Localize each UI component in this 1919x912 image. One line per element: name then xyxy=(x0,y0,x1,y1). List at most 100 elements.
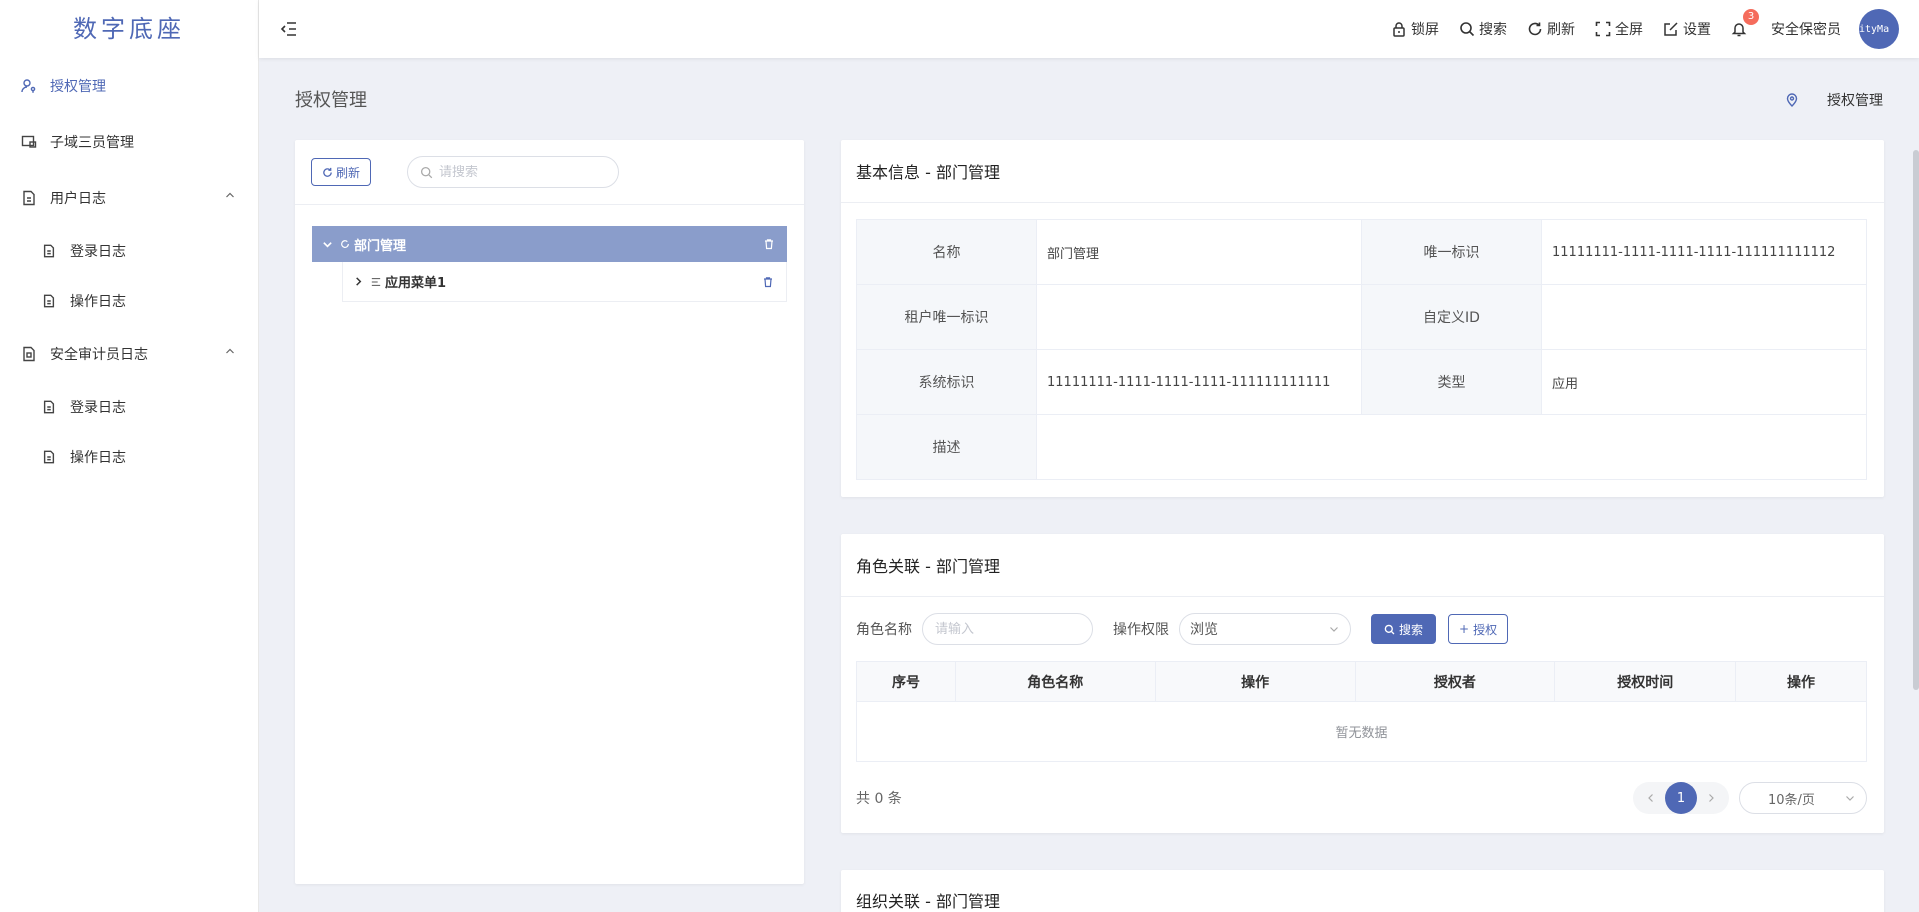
settings-button[interactable]: 设置 xyxy=(1663,19,1711,39)
tree-toolbar: 刷新 xyxy=(295,140,804,205)
refresh-button[interactable]: 刷新 xyxy=(1527,19,1575,39)
chevron-left-icon xyxy=(1648,794,1653,802)
next-page-button[interactable] xyxy=(1697,782,1725,814)
chevron-up-icon xyxy=(224,189,236,205)
delete-icon[interactable] xyxy=(763,238,775,250)
grant-label: 授权 xyxy=(1473,622,1498,637)
tree-node-child[interactable]: 应用菜单1 xyxy=(342,262,787,302)
tree-node-label: 应用菜单1 xyxy=(385,276,447,291)
search-icon xyxy=(1384,624,1395,634)
sidebar: 数字底座 授权管理 子域三员管理 用户日志 登录日志 操作日志 安全审计员日志 … xyxy=(0,0,259,912)
info-label: 唯一标识 xyxy=(1361,219,1542,285)
column-header[interactable]: 序号 xyxy=(856,661,956,702)
role-filter-row: 角色名称 操作权限 浏览 搜索 + 授权 xyxy=(841,597,1884,661)
collapse-sidebar-button[interactable] xyxy=(279,19,299,39)
menu-lines-icon xyxy=(371,277,381,287)
user-key-icon xyxy=(20,77,38,95)
avatar[interactable]: ityMa xyxy=(1859,9,1899,49)
document-icon xyxy=(20,189,38,207)
empty-text: 暂无数据 xyxy=(856,701,1867,762)
column-header[interactable]: 操作 xyxy=(1154,661,1356,702)
sidebar-item-label: 安全审计员日志 xyxy=(50,347,148,363)
sidebar-item-auditor-login-log[interactable]: 登录日志 xyxy=(0,382,258,432)
top-header: 锁屏 搜索 刷新 全屏 设置 3 安全保密员 ityMa xyxy=(259,0,1919,58)
fullscreen-label: 全屏 xyxy=(1615,22,1643,38)
pagination-row: 共 0 条 1 10条/页 xyxy=(841,762,1884,834)
fullscreen-icon xyxy=(1595,21,1611,37)
info-value: 11111111-1111-1111-1111-111111111112 xyxy=(1541,219,1867,285)
user-name[interactable]: 安全保密员 xyxy=(1771,19,1841,39)
sidebar-item-auditor-log[interactable]: 安全审计员日志 xyxy=(0,326,258,382)
basic-info-card: 基本信息 - 部门管理 名称 部门管理 唯一标识 11111111-1111-1… xyxy=(841,140,1884,497)
perm-select-value: 浏览 xyxy=(1190,622,1218,638)
user-name-label: 安全保密员 xyxy=(1771,22,1841,38)
sidebar-item-user-op-log[interactable]: 操作日志 xyxy=(0,276,258,326)
info-row: 系统标识 11111111-1111-1111-1111-11111111111… xyxy=(856,349,1867,415)
info-value: 应用 xyxy=(1541,349,1867,415)
column-header[interactable]: 角色名称 xyxy=(954,661,1156,702)
delete-icon[interactable] xyxy=(762,276,774,288)
lock-screen-button[interactable]: 锁屏 xyxy=(1391,19,1439,39)
sidebar-item-auth-management[interactable]: 授权管理 xyxy=(0,58,258,114)
search-button[interactable]: 搜索 xyxy=(1459,19,1507,39)
info-value: 部门管理 xyxy=(1036,219,1362,285)
avatar-text: ityMa xyxy=(1859,23,1890,35)
sidebar-item-label: 登录日志 xyxy=(70,244,126,260)
sidebar-item-user-login-log[interactable]: 登录日志 xyxy=(0,226,258,276)
sidebar-item-subdomain[interactable]: 子域三员管理 xyxy=(0,114,258,170)
column-header[interactable]: 授权时间 xyxy=(1554,661,1737,702)
settings-label: 设置 xyxy=(1683,22,1711,38)
org-assoc-title: 组织关联 - 部门管理 xyxy=(856,892,1000,911)
chevron-up-icon xyxy=(224,345,236,361)
lock-icon xyxy=(1393,22,1405,37)
location-icon xyxy=(1786,93,1798,107)
fullscreen-button[interactable]: 全屏 xyxy=(1595,19,1643,39)
page-number[interactable]: 1 xyxy=(1665,782,1697,814)
info-row: 租户唯一标识 自定义ID xyxy=(856,284,1867,350)
sidebar-item-user-log[interactable]: 用户日志 xyxy=(0,170,258,226)
search-icon xyxy=(1460,22,1475,37)
sidebar-item-label: 用户日志 xyxy=(50,191,106,207)
tree-search-box[interactable] xyxy=(407,156,620,188)
info-label: 描述 xyxy=(856,414,1037,480)
column-header[interactable]: 操作 xyxy=(1735,661,1867,702)
role-name-input[interactable] xyxy=(922,613,1093,645)
grant-button[interactable]: + 授权 xyxy=(1448,614,1509,644)
tree-node-root[interactable]: 部门管理 xyxy=(312,226,787,262)
sidebar-item-label: 登录日志 xyxy=(70,400,126,416)
role-table-header: 序号 角色名称 操作 授权者 授权时间 操作 xyxy=(856,661,1867,702)
page-scrollbar[interactable] xyxy=(1913,150,1919,690)
refresh-label: 刷新 xyxy=(1547,22,1575,38)
document-icon xyxy=(40,398,58,416)
document-icon xyxy=(40,448,58,466)
prev-page-button[interactable] xyxy=(1637,782,1665,814)
chevron-right-icon[interactable] xyxy=(353,276,367,287)
tree-refresh-button[interactable]: 刷新 xyxy=(311,158,372,186)
role-table: 序号 角色名称 操作 授权者 授权时间 操作 暂无数据 xyxy=(856,661,1867,762)
column-header[interactable]: 授权者 xyxy=(1354,661,1556,702)
tree-search-input[interactable] xyxy=(439,164,610,180)
info-value xyxy=(1036,284,1362,350)
sidebar-item-label: 操作日志 xyxy=(70,294,126,310)
window-icon xyxy=(20,133,38,151)
page-size-value: 10条/页 xyxy=(1768,792,1815,808)
chevron-down-icon[interactable] xyxy=(322,239,336,250)
page-size-select[interactable]: 10条/页 xyxy=(1739,782,1867,814)
sidebar-item-auditor-op-log[interactable]: 操作日志 xyxy=(0,432,258,482)
breadcrumb-item[interactable]: 授权管理 xyxy=(1827,90,1883,110)
page-title: 授权管理 xyxy=(295,90,367,111)
chevron-down-icon xyxy=(1846,796,1854,801)
role-assoc-card: 角色关联 - 部门管理 角色名称 操作权限 浏览 搜索 + 授权 序号 角色名称… xyxy=(841,534,1884,833)
notification-button[interactable]: 3 xyxy=(1731,9,1759,37)
document-icon xyxy=(40,242,58,260)
role-search-button[interactable]: 搜索 xyxy=(1371,614,1437,644)
tree: 部门管理 应用菜单1 xyxy=(295,205,804,323)
info-label: 租户唯一标识 xyxy=(856,284,1037,350)
search-icon xyxy=(420,166,433,178)
perm-select[interactable]: 浏览 xyxy=(1179,613,1351,645)
app-node-icon xyxy=(340,239,350,249)
info-value xyxy=(1036,414,1867,480)
pagination-box: 1 xyxy=(1633,782,1729,814)
role-assoc-title: 角色关联 - 部门管理 xyxy=(841,534,1884,597)
tree-refresh-label: 刷新 xyxy=(336,165,361,180)
